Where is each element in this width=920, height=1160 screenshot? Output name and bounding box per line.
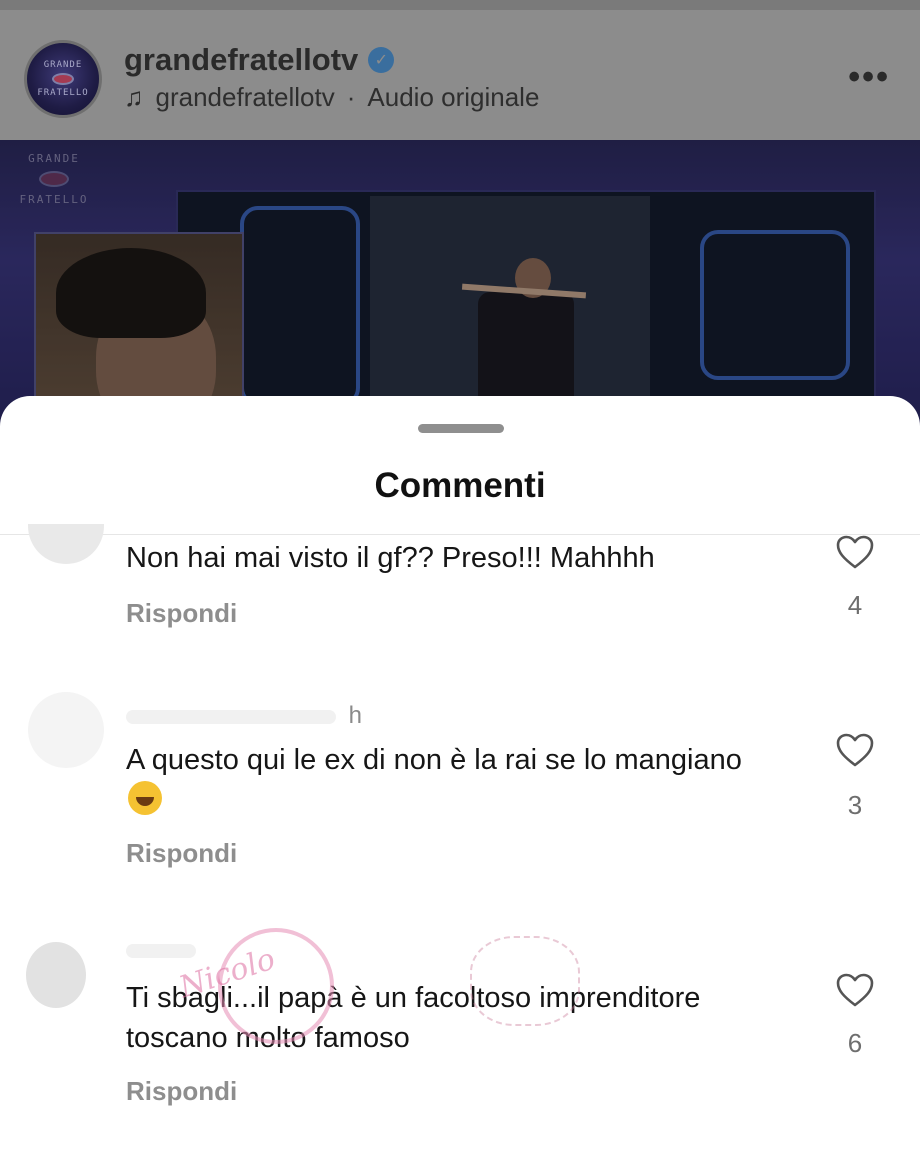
- eye-logo-icon: [52, 73, 74, 85]
- comment-avatar[interactable]: [28, 692, 104, 768]
- username-redacted: [126, 943, 196, 958]
- status-strip: [0, 0, 920, 10]
- sheet-title: Commenti: [374, 466, 546, 505]
- audio-info[interactable]: ♫ grandefratellotv · Audio originale: [124, 82, 539, 113]
- like-count: 4: [847, 590, 863, 620]
- dim-overlay: [0, 140, 920, 440]
- sheet-drag-handle[interactable]: [418, 424, 504, 433]
- account-name[interactable]: grandefratellotv: [124, 42, 358, 78]
- audio-separator: ·: [346, 82, 356, 112]
- music-note-icon: ♫: [124, 82, 144, 112]
- video-player[interactable]: GRANDE FRATELLO: [0, 140, 920, 440]
- like-count: 3: [847, 790, 863, 820]
- verified-badge-icon: ✓: [368, 47, 395, 73]
- reply-button[interactable]: Rispondi: [126, 838, 237, 869]
- comment-timestamp: h: [348, 702, 363, 729]
- heart-icon[interactable]: [835, 534, 875, 570]
- comment-avatar[interactable]: [28, 524, 104, 564]
- comment-text: A questo qui le ex di non è la rai se lo…: [126, 740, 766, 820]
- reply-button[interactable]: Rispondi: [126, 1076, 237, 1107]
- heart-icon[interactable]: [835, 732, 875, 768]
- like-count: 6: [847, 1028, 863, 1058]
- avatar-logo-line1: GRANDE: [43, 60, 83, 70]
- audio-account[interactable]: grandefratellotv: [156, 82, 335, 113]
- watermark-decoration: [470, 936, 580, 1026]
- comments-sheet[interactable]: Commenti Non hai mai visto il gf?? Preso…: [0, 396, 920, 1160]
- post-header: GRANDE FRATELLO grandefratellotv ✓ ♫ gra…: [0, 0, 920, 140]
- heart-icon[interactable]: [835, 972, 875, 1008]
- audio-label[interactable]: Audio originale: [367, 82, 539, 113]
- reply-button[interactable]: Rispondi: [126, 598, 237, 629]
- username-redacted: [126, 709, 336, 724]
- comment-text: Non hai mai visto il gf?? Preso!!! Mahhh…: [126, 542, 655, 574]
- divider: [0, 534, 920, 535]
- account-avatar[interactable]: GRANDE FRATELLO: [24, 40, 102, 118]
- laughing-emoji-icon: [128, 781, 162, 815]
- comment-text-body: A questo qui le ex di non è la rai se lo…: [126, 744, 742, 776]
- comment-meta: h: [126, 702, 362, 730]
- account-name-row[interactable]: grandefratellotv ✓: [124, 42, 395, 78]
- avatar-logo-line2: FRATELLO: [37, 88, 89, 98]
- comment-meta: [126, 936, 202, 964]
- more-options-icon[interactable]: •••: [848, 58, 890, 97]
- comment-avatar[interactable]: [26, 942, 86, 1008]
